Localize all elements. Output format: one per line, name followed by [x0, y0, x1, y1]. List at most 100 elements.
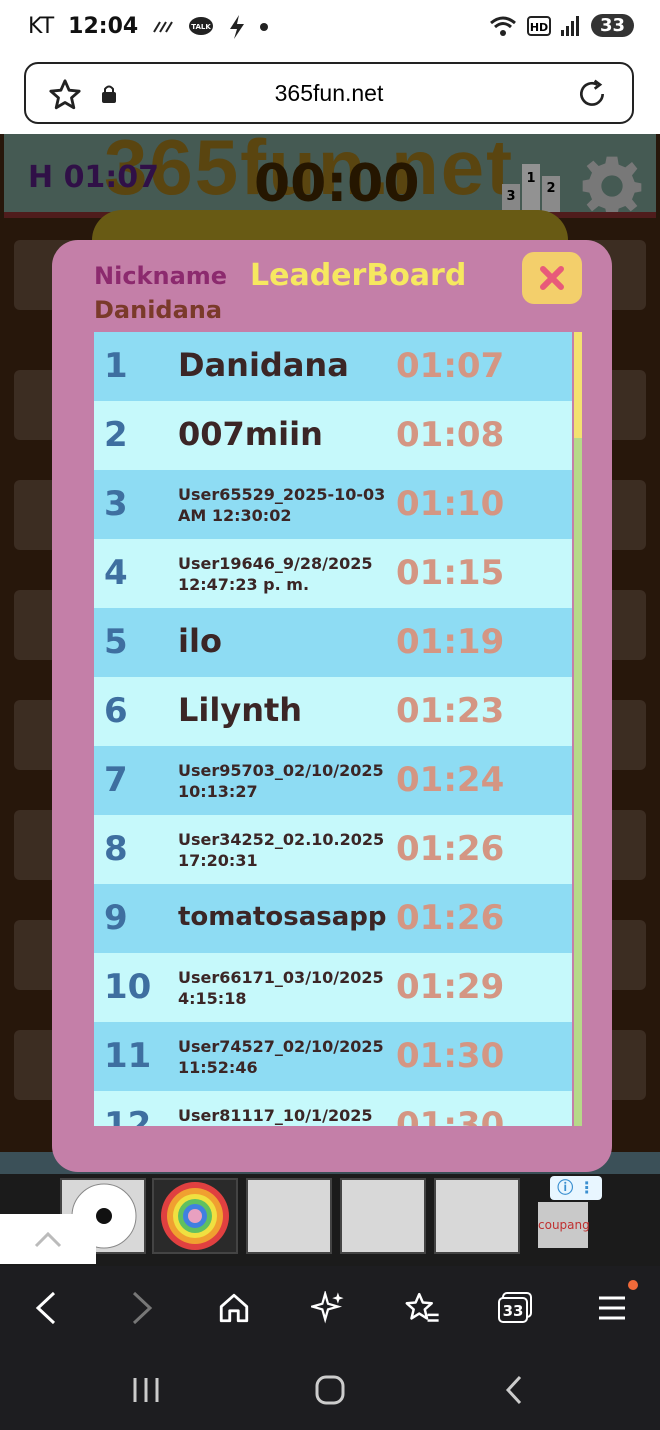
rank: 12 — [104, 1105, 152, 1126]
player-time: 01:26 — [396, 898, 505, 938]
player-time: 01:10 — [396, 484, 505, 524]
player-name: User74527_02/10/2025 11:52:46 — [178, 1037, 384, 1077]
browser-navbar: 33 — [0, 1266, 660, 1348]
player-time: 01:26 — [396, 829, 505, 869]
scrollbar-thumb[interactable] — [574, 332, 582, 438]
ad-brand-logo[interactable]: coupang — [538, 1202, 590, 1248]
talk-icon: TALK — [189, 16, 214, 35]
system-navbar — [0, 1348, 660, 1430]
rank: 10 — [104, 967, 152, 1007]
nickname-value: Danidana — [94, 296, 223, 324]
chevron-up-icon — [34, 1231, 62, 1248]
hamburger-menu-icon — [599, 1296, 625, 1320]
carrier-label: KT — [28, 14, 55, 39]
player-name: tomatosasapp — [178, 902, 387, 932]
rank: 11 — [104, 1036, 152, 1076]
leaderboard-row: 5 ilo 01:19 — [94, 608, 572, 677]
rank: 4 — [104, 553, 128, 593]
player-name: User81117_10/1/2025 — [178, 1106, 373, 1125]
leaderboard-row: 10 User66171_03/10/2025 4:15:18 01:29 — [94, 953, 572, 1022]
leaderboard-row: 12 User81117_10/1/2025 01:30 — [94, 1091, 572, 1126]
bookmarks-button[interactable] — [400, 1286, 444, 1330]
ad-info-icon[interactable]: ⓘ ⋮ — [550, 1176, 602, 1200]
status-bar: KT 12:04 TALK HD 33 — [0, 0, 660, 62]
rank: 3 — [104, 484, 128, 524]
player-name: User66171_03/10/2025 4:15:18 — [178, 968, 384, 1008]
ai-features-button[interactable] — [306, 1286, 350, 1330]
scrollbar-track[interactable] — [574, 332, 582, 1126]
player-name: User34252_02.10.2025 17:20:31 — [178, 830, 385, 870]
cell-signal-icon — [560, 15, 579, 36]
svg-text:33: 33 — [503, 1302, 524, 1320]
close-button[interactable] — [522, 252, 582, 304]
player-name: User65529_2025-10-03 AM 12:30:02 — [178, 485, 386, 525]
home-circle-icon — [315, 1375, 345, 1405]
notification-dot — [628, 1280, 638, 1290]
ad-banner[interactable]: ⓘ ⋮ coupang — [0, 1174, 660, 1266]
close-icon — [540, 266, 564, 290]
lightning-icon — [230, 14, 245, 39]
dot-icon — [260, 22, 269, 31]
reload-icon[interactable] — [576, 78, 608, 114]
address-bar[interactable]: 365fun.net — [24, 62, 634, 124]
rank: 1 — [104, 346, 128, 386]
ad-product-image[interactable] — [340, 1178, 426, 1254]
battery-level: 33 — [590, 14, 634, 37]
nickname-label: Nickname — [94, 262, 228, 290]
leaderboard-row: 3 User65529_2025-10-03 AM 12:30:02 01:10 — [94, 470, 572, 539]
star-list-icon — [405, 1292, 439, 1322]
player-time: 01:30 — [396, 1036, 505, 1076]
rank: 7 — [104, 760, 128, 800]
rank: 6 — [104, 691, 128, 731]
recent-apps-button[interactable] — [126, 1370, 166, 1410]
leaderboard-row: 9 tomatosasapp 01:26 — [94, 884, 572, 953]
home-icon — [219, 1293, 249, 1323]
system-back-button[interactable] — [494, 1370, 534, 1410]
player-time: 01:29 — [396, 967, 505, 1007]
scroll-to-top-button[interactable] — [0, 1214, 96, 1264]
system-home-button[interactable] — [310, 1370, 350, 1410]
rank: 5 — [104, 622, 128, 662]
menu-button[interactable] — [590, 1286, 634, 1330]
hd-icon: HD — [526, 15, 551, 36]
back-button[interactable] — [24, 1286, 68, 1330]
chevron-right-icon — [132, 1291, 153, 1325]
leaderboard-row: 7 User95703_02/10/2025 10:13:27 01:24 — [94, 746, 572, 815]
player-name: User19646_9/28/2025 12:47:23 p. m. — [178, 554, 373, 594]
rank: 9 — [104, 898, 128, 938]
svg-text:HD: HD — [530, 21, 548, 34]
player-time: 01:23 — [396, 691, 505, 731]
player-time: 01:15 — [396, 553, 505, 593]
url-text[interactable]: 365fun.net — [26, 80, 632, 107]
forward-button[interactable] — [120, 1286, 164, 1330]
leaderboard-modal: Nickname Danidana LeaderBoard 1 Danidana 0… — [52, 240, 612, 1172]
player-name: Lilynth — [178, 691, 303, 729]
ad-product-image[interactable] — [152, 1178, 238, 1254]
sparkle-icon — [311, 1291, 344, 1324]
player-time: 01:08 — [396, 415, 505, 455]
leaderboard-row: 1 Danidana 01:07 — [94, 332, 572, 401]
svg-text:TALK: TALK — [191, 23, 211, 31]
leaderboard-list[interactable]: 1 Danidana 01:07 2 007miin 01:08 3 User65529_… — [94, 332, 572, 1126]
player-name: 007miin — [178, 415, 323, 453]
leaderboard-row: 11 User74527_02/10/2025 11:52:46 01:30 — [94, 1022, 572, 1091]
wifi-icon — [489, 16, 516, 36]
tabs-icon: 33 — [498, 1292, 532, 1323]
ad-product-image[interactable] — [434, 1178, 520, 1254]
ad-product-image[interactable] — [246, 1178, 332, 1254]
rank: 8 — [104, 829, 128, 869]
tabs-button[interactable]: 33 — [494, 1286, 538, 1330]
rank: 2 — [104, 415, 128, 455]
player-time: 01:24 — [396, 760, 505, 800]
clock: 12:04 — [68, 14, 139, 39]
leaderboard-row: 8 User34252_02.10.2025 17:20:31 01:26 — [94, 815, 572, 884]
back-chevron-icon — [505, 1375, 522, 1405]
player-name: Danidana — [178, 346, 349, 384]
player-time: 01:30 — [396, 1105, 505, 1126]
leaderboard-row: 4 User19646_9/28/2025 12:47:23 p. m. 01:15 — [94, 539, 572, 608]
leaderboard-row: 2 007miin 01:08 — [94, 401, 572, 470]
browser-toolbar: 365fun.net — [0, 62, 660, 134]
leaderboard-title: LeaderBoard — [250, 258, 467, 293]
recent-apps-icon — [133, 1378, 159, 1402]
home-button[interactable] — [212, 1286, 256, 1330]
